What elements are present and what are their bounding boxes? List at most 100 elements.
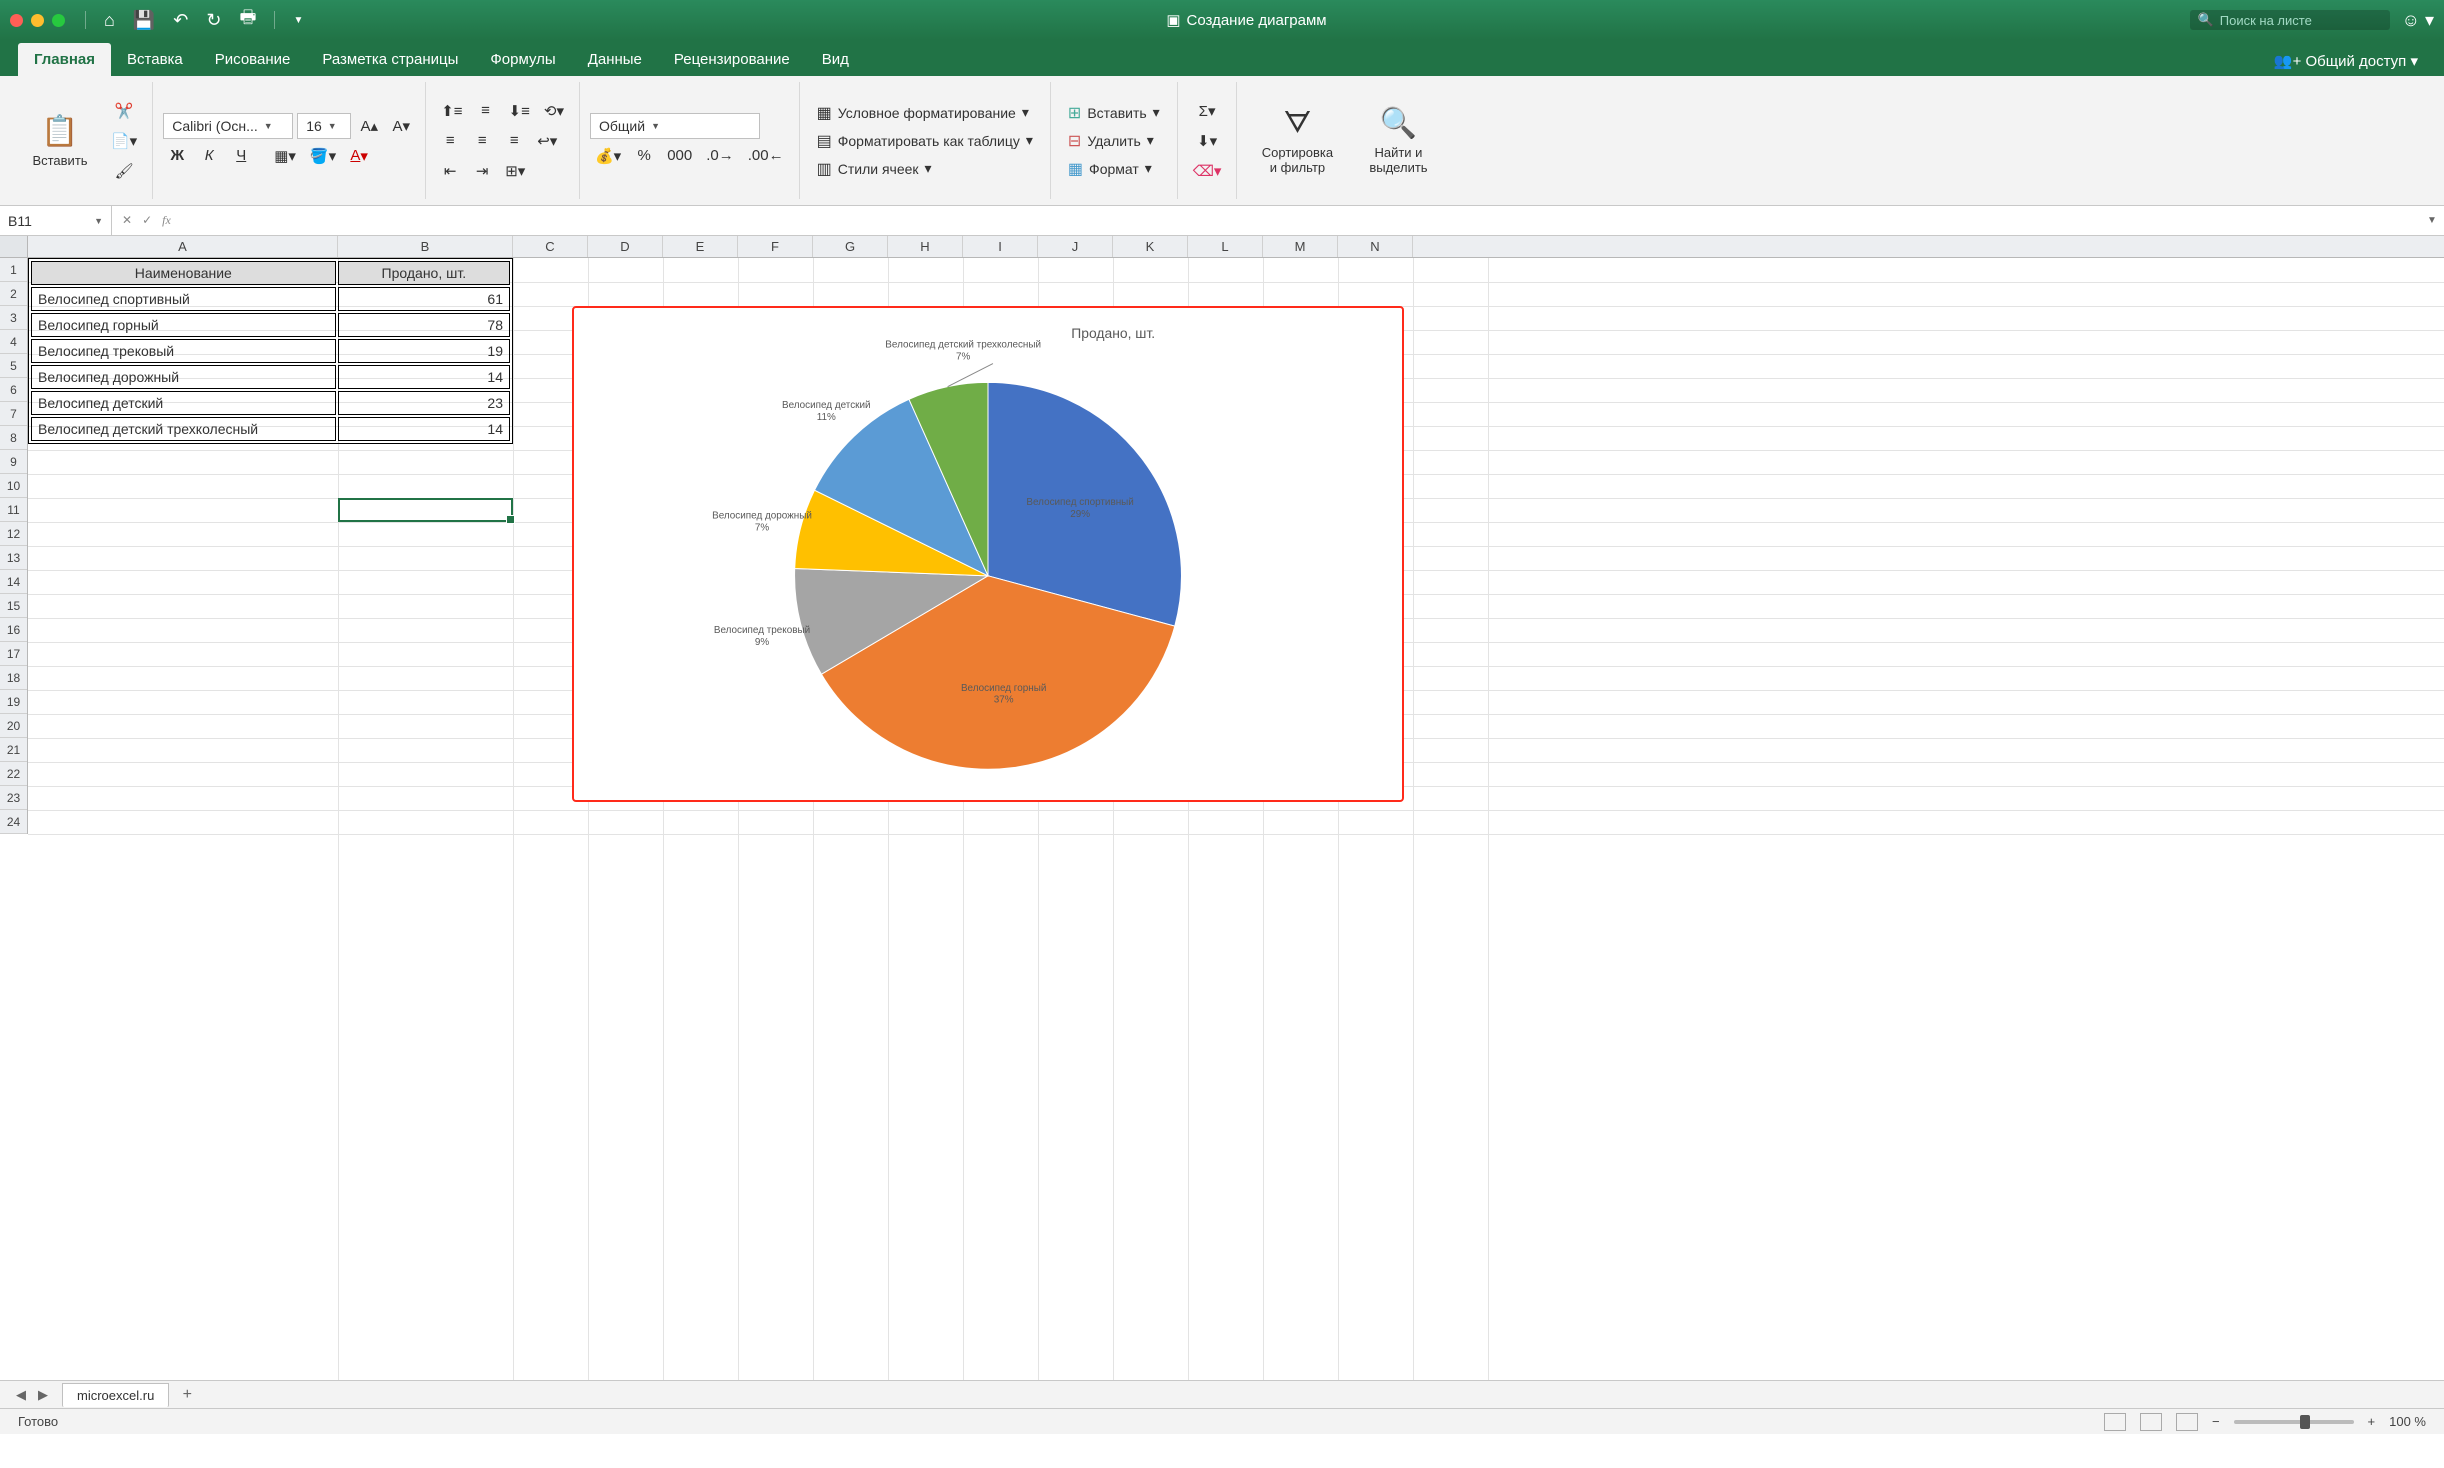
increase-decimal-icon[interactable]: .0→ [701, 143, 739, 169]
sheet-nav-prev-icon[interactable]: ◀ [10, 1387, 32, 1403]
row-header-5[interactable]: 5 [0, 354, 27, 378]
fill-icon[interactable]: ⬇▾ [1188, 128, 1227, 154]
cell-name[interactable]: Велосипед трековый [31, 339, 336, 363]
format-painter-icon[interactable]: 🖌 [106, 158, 142, 184]
column-header-G[interactable]: G [813, 236, 888, 257]
cut-icon[interactable]: ✂️ [106, 98, 142, 124]
font-size-combo[interactable]: 16▼ [297, 113, 351, 139]
decrease-font-icon[interactable]: A▾ [387, 113, 415, 139]
percent-icon[interactable]: % [630, 143, 658, 169]
italic-button[interactable]: К [195, 143, 223, 169]
home-icon[interactable]: ⌂ [104, 10, 115, 31]
search-box[interactable]: 🔍 Поиск на листе [2190, 10, 2390, 30]
row-header-1[interactable]: 1 [0, 258, 27, 282]
align-right-icon[interactable]: ≡ [500, 128, 528, 154]
sheet-nav-next-icon[interactable]: ▶ [32, 1387, 54, 1403]
font-family-combo[interactable]: Calibri (Осн...▼ [163, 113, 293, 139]
sort-filter-button[interactable]: ᗊ Сортировка и фильтр [1247, 83, 1347, 199]
zoom-slider[interactable] [2234, 1420, 2354, 1424]
autosum-icon[interactable]: Σ▾ [1188, 98, 1227, 124]
page-break-view-icon[interactable] [2176, 1413, 2198, 1431]
sheet-tab[interactable]: microexcel.ru [62, 1383, 169, 1407]
row-header-7[interactable]: 7 [0, 402, 27, 426]
format-as-table-button[interactable]: ▤Форматировать как таблицу ▾ [810, 129, 1040, 153]
column-header-J[interactable]: J [1038, 236, 1113, 257]
column-header-A[interactable]: A [28, 236, 338, 257]
qat-dropdown-icon[interactable]: ▼ [293, 15, 303, 26]
cell-value[interactable]: 78 [338, 313, 510, 337]
row-header-9[interactable]: 9 [0, 450, 27, 474]
normal-view-icon[interactable] [2104, 1413, 2126, 1431]
column-header-E[interactable]: E [663, 236, 738, 257]
pie-chart[interactable]: Велосипед спортивный29%Велосипед горный3… [572, 306, 1404, 802]
cell-name[interactable]: Велосипед детский [31, 391, 336, 415]
share-button[interactable]: 👥+ Общий доступ ▾ [2266, 46, 2426, 76]
align-bottom-icon[interactable]: ⬇≡ [504, 98, 535, 124]
tab-review[interactable]: Рецензирование [658, 43, 806, 76]
row-header-6[interactable]: 6 [0, 378, 27, 402]
borders-button[interactable]: ▦▾ [269, 143, 301, 169]
fill-color-button[interactable]: 🪣▾ [305, 143, 341, 169]
close-window-button[interactable] [10, 14, 23, 27]
row-header-8[interactable]: 8 [0, 426, 27, 450]
name-box[interactable]: B11▼ [0, 206, 112, 235]
cell-value[interactable]: 19 [338, 339, 510, 363]
tab-page-layout[interactable]: Разметка страницы [306, 43, 474, 76]
minimize-window-button[interactable] [31, 14, 44, 27]
fx-icon[interactable]: fx [162, 213, 171, 228]
row-header-4[interactable]: 4 [0, 330, 27, 354]
tab-data[interactable]: Данные [572, 43, 658, 76]
cell-value[interactable]: 14 [338, 365, 510, 389]
feedback-icon[interactable]: ☺ ▾ [2402, 10, 2434, 31]
clear-icon[interactable]: ⌫▾ [1188, 158, 1227, 184]
tab-home[interactable]: Главная [18, 43, 111, 76]
add-sheet-button[interactable]: + [175, 1386, 199, 1404]
align-top-icon[interactable]: ⬆≡ [436, 98, 467, 124]
column-header-B[interactable]: B [338, 236, 513, 257]
column-header-C[interactable]: C [513, 236, 588, 257]
row-header-3[interactable]: 3 [0, 306, 27, 330]
zoom-window-button[interactable] [52, 14, 65, 27]
row-header-16[interactable]: 16 [0, 618, 27, 642]
cell-name[interactable]: Велосипед детский трехколесный [31, 417, 336, 441]
column-header-L[interactable]: L [1188, 236, 1263, 257]
row-header-23[interactable]: 23 [0, 786, 27, 810]
align-left-icon[interactable]: ≡ [436, 128, 464, 154]
cell-value[interactable]: 61 [338, 287, 510, 311]
align-middle-icon[interactable]: ≡ [472, 98, 500, 124]
row-header-18[interactable]: 18 [0, 666, 27, 690]
cell-name[interactable]: Велосипед спортивный [31, 287, 336, 311]
tab-view[interactable]: Вид [806, 43, 865, 76]
format-cells-button[interactable]: ▦Формат ▾ [1061, 157, 1167, 181]
zoom-out-button[interactable]: − [2212, 1414, 2220, 1429]
orientation-icon[interactable]: ⟲▾ [539, 98, 569, 124]
increase-indent-icon[interactable]: ⇥ [468, 158, 496, 184]
tab-draw[interactable]: Рисование [199, 43, 307, 76]
row-header-24[interactable]: 24 [0, 810, 27, 834]
page-layout-view-icon[interactable] [2140, 1413, 2162, 1431]
row-header-21[interactable]: 21 [0, 738, 27, 762]
cell-value[interactable]: 14 [338, 417, 510, 441]
column-header-K[interactable]: K [1113, 236, 1188, 257]
paste-button[interactable]: 📋 Вставить [20, 83, 100, 199]
tab-formulas[interactable]: Формулы [474, 43, 571, 76]
copy-icon[interactable]: 📄▾ [106, 128, 142, 154]
bold-button[interactable]: Ж [163, 143, 191, 169]
tab-insert[interactable]: Вставка [111, 43, 199, 76]
select-all-corner[interactable] [0, 236, 28, 257]
row-header-11[interactable]: 11 [0, 498, 27, 522]
font-color-button[interactable]: A▾ [345, 143, 373, 169]
conditional-formatting-button[interactable]: ▦Условное форматирование ▾ [810, 101, 1040, 125]
column-header-H[interactable]: H [888, 236, 963, 257]
row-header-19[interactable]: 19 [0, 690, 27, 714]
chart-title[interactable]: Продано, шт. [1071, 325, 1155, 341]
print-icon[interactable]: 🖶 [239, 5, 256, 35]
zoom-level[interactable]: 100 % [2389, 1414, 2426, 1429]
wrap-text-icon[interactable]: ↩▾ [532, 128, 562, 154]
comma-icon[interactable]: 000 [662, 143, 697, 169]
undo-icon[interactable]: ↶ [173, 10, 188, 31]
decrease-decimal-icon[interactable]: .00← [743, 143, 789, 169]
delete-cells-button[interactable]: ⊟Удалить ▾ [1061, 129, 1167, 153]
expand-formula-bar-icon[interactable]: ▼ [2420, 215, 2444, 226]
row-header-17[interactable]: 17 [0, 642, 27, 666]
